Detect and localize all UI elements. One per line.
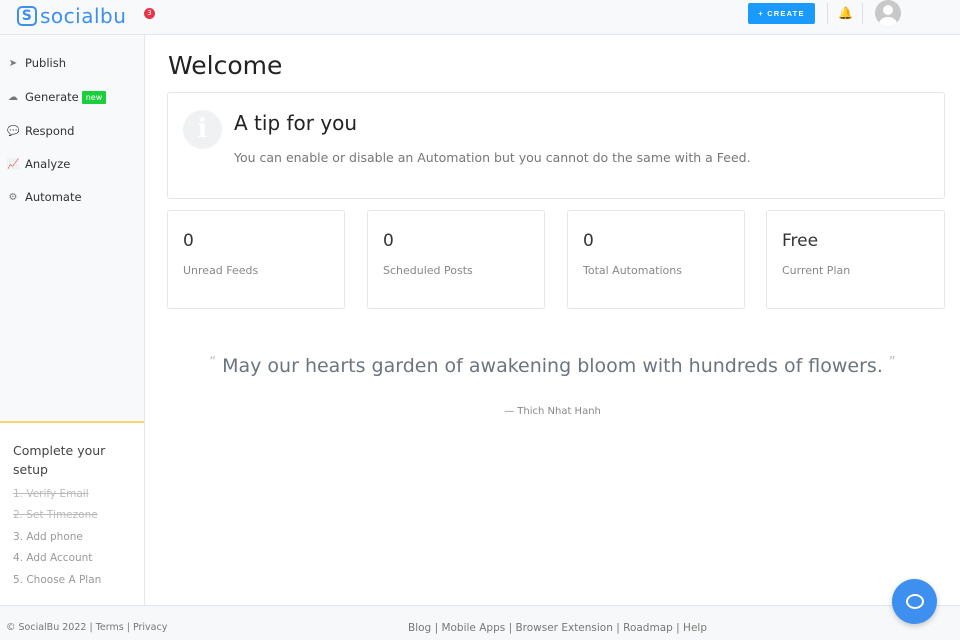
close-quote: ” <box>888 355 896 370</box>
divider <box>827 3 828 24</box>
privacy-link[interactable]: Privacy <box>133 622 167 633</box>
create-button[interactable]: + CREATE <box>748 3 815 24</box>
logo[interactable]: Ssocialbu <box>17 4 126 28</box>
sidebar-item-label: Analyze <box>25 157 71 171</box>
blog-link[interactable]: Blog <box>408 622 431 634</box>
setup-panel: Complete your setup 1. Verify Email 2. S… <box>0 421 144 605</box>
setup-step[interactable]: 5. Choose A Plan <box>13 574 101 586</box>
top-header: Ssocialbu 3 + CREATE 🔔 <box>0 0 960 35</box>
footer: © SocialBu 2022 | Terms | Privacy Blog |… <box>0 605 960 640</box>
stat-label: Unread Feeds <box>183 264 259 277</box>
separator: | <box>89 622 93 633</box>
avatar[interactable] <box>875 0 901 26</box>
chat-bubble-icon <box>905 594 924 609</box>
sidebar-item-respond[interactable]: 💬 Respond <box>7 124 74 138</box>
setup-step[interactable]: 4. Add Account <box>13 552 92 564</box>
mobile-apps-link[interactable]: Mobile Apps <box>441 622 505 634</box>
bell-icon[interactable]: 🔔 <box>838 6 853 20</box>
copyright: © SocialBu 2022 <box>6 622 87 633</box>
quote: “ May our hearts garden of awakening blo… <box>145 355 960 377</box>
cogs-icon: ⚙ <box>8 191 18 203</box>
logo-text: socialbu <box>40 4 127 28</box>
page-title: Welcome <box>168 51 283 80</box>
sidebar-item-label: Automate <box>25 190 82 204</box>
tip-title: A tip for you <box>234 111 358 135</box>
sidebar-item-analyze[interactable]: 📈 Analyze <box>7 157 70 171</box>
sidebar-item-automate[interactable]: ⚙ Automate <box>7 190 82 204</box>
separator: | <box>616 622 620 634</box>
stat-label: Total Automations <box>583 264 682 277</box>
roadmap-link[interactable]: Roadmap <box>623 622 673 634</box>
sidebar-item-label: Generate <box>25 90 79 104</box>
stat-card-current-plan[interactable]: Free Current Plan <box>766 210 945 309</box>
logo-mark: S <box>17 6 37 26</box>
separator: | <box>508 622 513 634</box>
tip-text: You can enable or disable an Automation … <box>234 150 751 165</box>
sidebar-item-label: Respond <box>25 124 75 138</box>
comments-icon: 💬 <box>7 125 20 137</box>
setup-title: Complete your setup <box>13 443 106 477</box>
setup-step[interactable]: 3. Add phone <box>13 531 83 543</box>
divider <box>862 3 863 24</box>
footer-links: Blog | Mobile Apps | Browser Extension |… <box>408 622 707 634</box>
separator: | <box>126 622 130 633</box>
chat-button[interactable] <box>892 579 937 624</box>
separator: | <box>676 622 680 634</box>
stat-value: Free <box>782 231 819 251</box>
stat-label: Current Plan <box>782 264 851 277</box>
separator: | <box>434 622 439 634</box>
new-badge: new <box>81 90 107 104</box>
stat-card-unread-feeds[interactable]: 0 Unread Feeds <box>167 210 345 309</box>
footer-left: © SocialBu 2022 | Terms | Privacy <box>6 622 167 633</box>
terms-link[interactable]: Terms <box>96 622 124 633</box>
sidebar-item-generate[interactable]: ☁ Generate new <box>7 90 107 104</box>
stat-value: 0 <box>583 231 594 251</box>
chart-line-icon: 📈 <box>7 158 20 170</box>
setup-step[interactable]: 2. Set Timezone <box>13 509 98 521</box>
quote-text: May our hearts garden of awakening bloom… <box>222 355 883 377</box>
stat-value: 0 <box>383 231 394 251</box>
sidebar-item-label: Publish <box>25 56 66 70</box>
stat-value: 0 <box>183 231 194 251</box>
stat-card-total-automations[interactable]: 0 Total Automations <box>567 210 745 309</box>
info-icon: i <box>183 110 222 149</box>
quote-author: — Thich Nhat Hanh <box>504 406 601 417</box>
stat-card-scheduled-posts[interactable]: 0 Scheduled Posts <box>367 210 545 309</box>
paper-plane-icon: ➤ <box>8 57 18 69</box>
notification-badge[interactable]: 3 <box>144 8 155 19</box>
sidebar: ➤ Publish ☁ Generate new 💬 Respond 📈 Analyze … <box>0 35 145 605</box>
open-quote: “ <box>209 355 217 370</box>
browser-extension-link[interactable]: Browser Extension <box>515 622 612 634</box>
robot-icon: ☁ <box>8 91 18 103</box>
tip-card: i A tip for you You can enable or disabl… <box>167 92 945 199</box>
setup-step[interactable]: 1. Verify Email <box>13 488 89 500</box>
sidebar-item-publish[interactable]: ➤ Publish <box>7 56 66 70</box>
help-link[interactable]: Help <box>683 622 707 634</box>
stat-label: Scheduled Posts <box>383 264 473 277</box>
